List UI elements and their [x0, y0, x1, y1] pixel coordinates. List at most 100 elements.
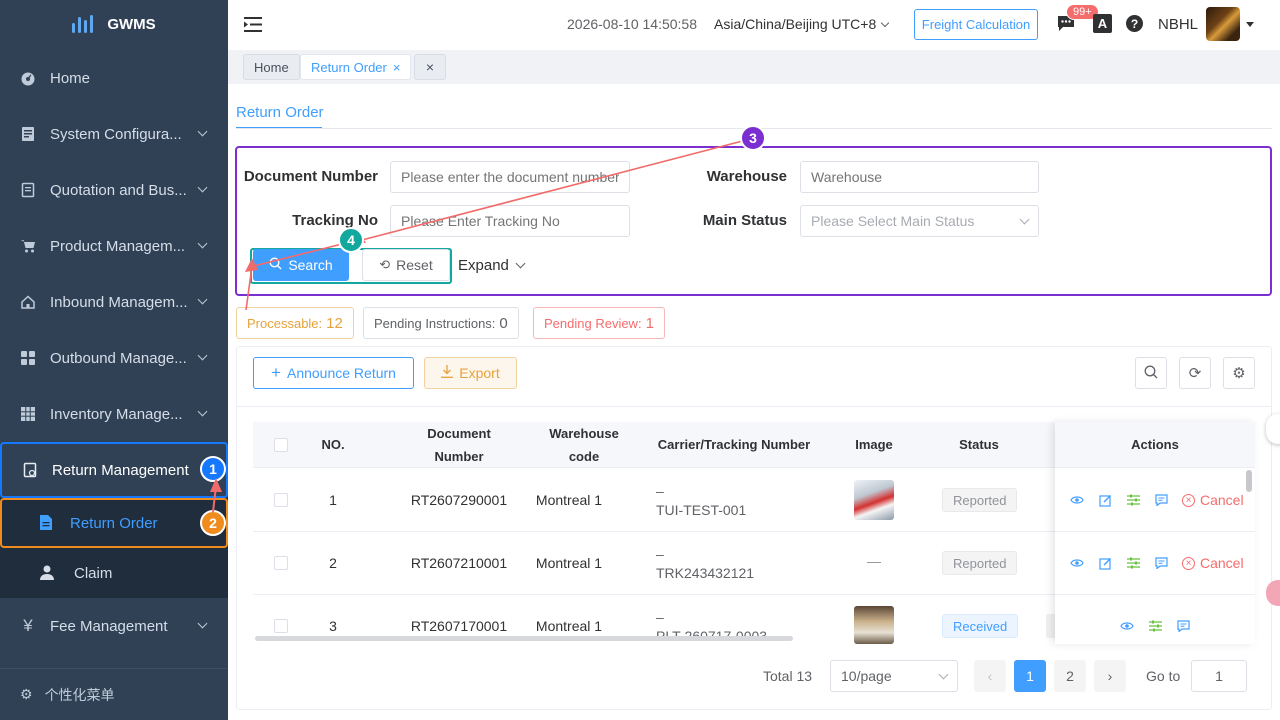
- adjust-icon[interactable]: [1126, 493, 1140, 507]
- view-icon[interactable]: [1070, 556, 1084, 570]
- row-checkbox[interactable]: [274, 493, 288, 507]
- sidebar-item-product-management[interactable]: Product Managem...: [0, 218, 228, 274]
- reset-button[interactable]: ⟲ Reset: [362, 249, 450, 281]
- chevron-down-icon: [938, 669, 949, 679]
- close-circle-icon: ×: [1182, 493, 1195, 507]
- select-all-checkbox[interactable]: [274, 438, 288, 452]
- row-checkbox[interactable]: [274, 556, 288, 570]
- help-icon[interactable]: ?: [1126, 15, 1143, 32]
- close-all-tags-button[interactable]: ×: [414, 54, 446, 80]
- cell-document-number[interactable]: RT2607210001: [398, 555, 520, 571]
- refresh-table-button[interactable]: ⟳: [1179, 357, 1211, 389]
- page-button-1[interactable]: 1: [1014, 660, 1046, 692]
- stat-count: 12: [326, 314, 343, 332]
- comment-icon[interactable]: [1154, 556, 1168, 570]
- horizontal-scrollbar[interactable]: [255, 636, 793, 641]
- cell-carrier: –: [656, 546, 664, 562]
- chevron-left-icon: ‹: [987, 668, 993, 684]
- announce-return-label: Announce Return: [286, 365, 396, 381]
- adjust-icon[interactable]: [1126, 556, 1140, 570]
- stat-processable[interactable]: Processable: 12: [236, 307, 354, 339]
- translate-icon[interactable]: A: [1093, 14, 1112, 33]
- caret-down-icon[interactable]: [1246, 22, 1254, 27]
- page-size-select[interactable]: 10/page: [830, 660, 958, 692]
- step-marker-2: 2: [200, 510, 226, 536]
- prev-page-button[interactable]: ‹: [974, 660, 1006, 692]
- expand-button[interactable]: Expand: [458, 249, 528, 281]
- search-button[interactable]: Search: [253, 249, 349, 281]
- floating-assistant-icon[interactable]: [1266, 414, 1280, 444]
- gear-icon: ⚙: [1232, 365, 1246, 382]
- cell-document-number[interactable]: RT2607170001: [398, 618, 520, 634]
- freight-calculation-button[interactable]: Freight Calculation: [914, 9, 1038, 40]
- comment-icon[interactable]: [1154, 493, 1168, 507]
- cell-warehouse: Montreal 1: [535, 492, 603, 508]
- sidebar-item-inventory-management[interactable]: Inventory Manage...: [0, 386, 228, 442]
- tag-return-order[interactable]: Return Order ×: [300, 54, 412, 80]
- comment-icon[interactable]: [1176, 619, 1190, 633]
- product-thumbnail[interactable]: [854, 606, 894, 644]
- sidebar-subitem-claim[interactable]: Claim: [0, 548, 228, 598]
- status-badge: Reported: [942, 488, 1018, 512]
- yen-icon: ¥: [23, 616, 33, 635]
- sidebar-item-label: Fee Management: [50, 617, 168, 635]
- close-icon[interactable]: ×: [393, 60, 401, 75]
- close-icon: ×: [425, 59, 435, 75]
- app-logo[interactable]: GWMS: [0, 0, 228, 48]
- tag-home[interactable]: Home: [243, 54, 300, 80]
- return-submenu: Return Order Claim: [0, 498, 228, 598]
- cancel-button[interactable]: × Cancel: [1182, 492, 1244, 508]
- sidebar-subitem-return-order[interactable]: Return Order: [0, 498, 228, 548]
- chevron-down-icon: [197, 126, 208, 137]
- col-header-carrier: Carrier/Tracking Number: [657, 437, 811, 452]
- main-status-select[interactable]: Please Select Main Status: [800, 205, 1039, 237]
- stat-pending-instructions[interactable]: Pending Instructions: 0: [363, 307, 519, 339]
- col-header-status: Status: [959, 437, 999, 452]
- timezone-select[interactable]: Asia/China/Beijing UTC+8: [714, 16, 890, 32]
- goto-page-input[interactable]: 1: [1191, 660, 1247, 692]
- avatar[interactable]: [1206, 7, 1240, 41]
- sidebar-item-fee-management[interactable]: ¥ Fee Management: [0, 598, 228, 654]
- cell-document-number[interactable]: RT2607290001: [398, 492, 520, 508]
- page-button-2[interactable]: 2: [1054, 660, 1086, 692]
- refresh-icon: ⟳: [1188, 365, 1202, 382]
- sidebar-item-quotation[interactable]: Quotation and Bus...: [0, 162, 228, 218]
- export-button[interactable]: Export: [424, 357, 517, 389]
- announce-return-button[interactable]: + Announce Return: [253, 357, 414, 389]
- warehouse-input[interactable]: [800, 161, 1039, 193]
- goto-label: Go to: [1146, 668, 1181, 684]
- next-page-button[interactable]: ›: [1094, 660, 1126, 692]
- row-divider: [253, 531, 1055, 532]
- view-icon[interactable]: [1070, 493, 1084, 507]
- vertical-scrollbar[interactable]: [1246, 470, 1252, 492]
- document-icon: [20, 126, 36, 142]
- cancel-button[interactable]: × Cancel: [1182, 555, 1244, 571]
- sidebar-item-label: Inbound Managem...: [50, 293, 188, 311]
- sidebar-item-home[interactable]: Home: [0, 50, 228, 106]
- edit-icon[interactable]: [1098, 493, 1112, 507]
- document-number-input[interactable]: [390, 161, 630, 193]
- adjust-icon[interactable]: [1148, 619, 1162, 633]
- search-icon: [1144, 365, 1158, 382]
- row-checkbox[interactable]: [274, 619, 288, 633]
- col-header-image: Image: [855, 437, 893, 452]
- product-thumbnail[interactable]: [854, 480, 894, 520]
- sidebar-item-system-configuration[interactable]: System Configura...: [0, 106, 228, 162]
- col-header-line: code: [568, 449, 600, 464]
- personalize-menu[interactable]: ⚙ 个性化菜单: [0, 668, 228, 720]
- stat-pending-review[interactable]: Pending Review: 1: [533, 307, 665, 339]
- chevron-down-icon: [515, 258, 526, 268]
- sidebar-item-outbound-management[interactable]: Outbound Manage...: [0, 330, 228, 386]
- edit-icon[interactable]: [1098, 556, 1112, 570]
- sidebar-item-return-management[interactable]: Return Management: [0, 442, 228, 498]
- username[interactable]: NBHL: [1158, 16, 1198, 33]
- view-icon[interactable]: [1120, 619, 1134, 633]
- tab-return-order[interactable]: Return Order: [236, 104, 324, 121]
- table-settings-button[interactable]: ⚙: [1223, 357, 1255, 389]
- sidebar-item-label: Product Managem...: [50, 237, 186, 255]
- sidebar-item-inbound-management[interactable]: Inbound Managem...: [0, 274, 228, 330]
- menu-fold-icon[interactable]: [244, 17, 262, 35]
- close-circle-icon: ×: [1182, 556, 1195, 570]
- toggle-search-button[interactable]: [1135, 357, 1167, 389]
- tracking-no-input[interactable]: [390, 205, 630, 237]
